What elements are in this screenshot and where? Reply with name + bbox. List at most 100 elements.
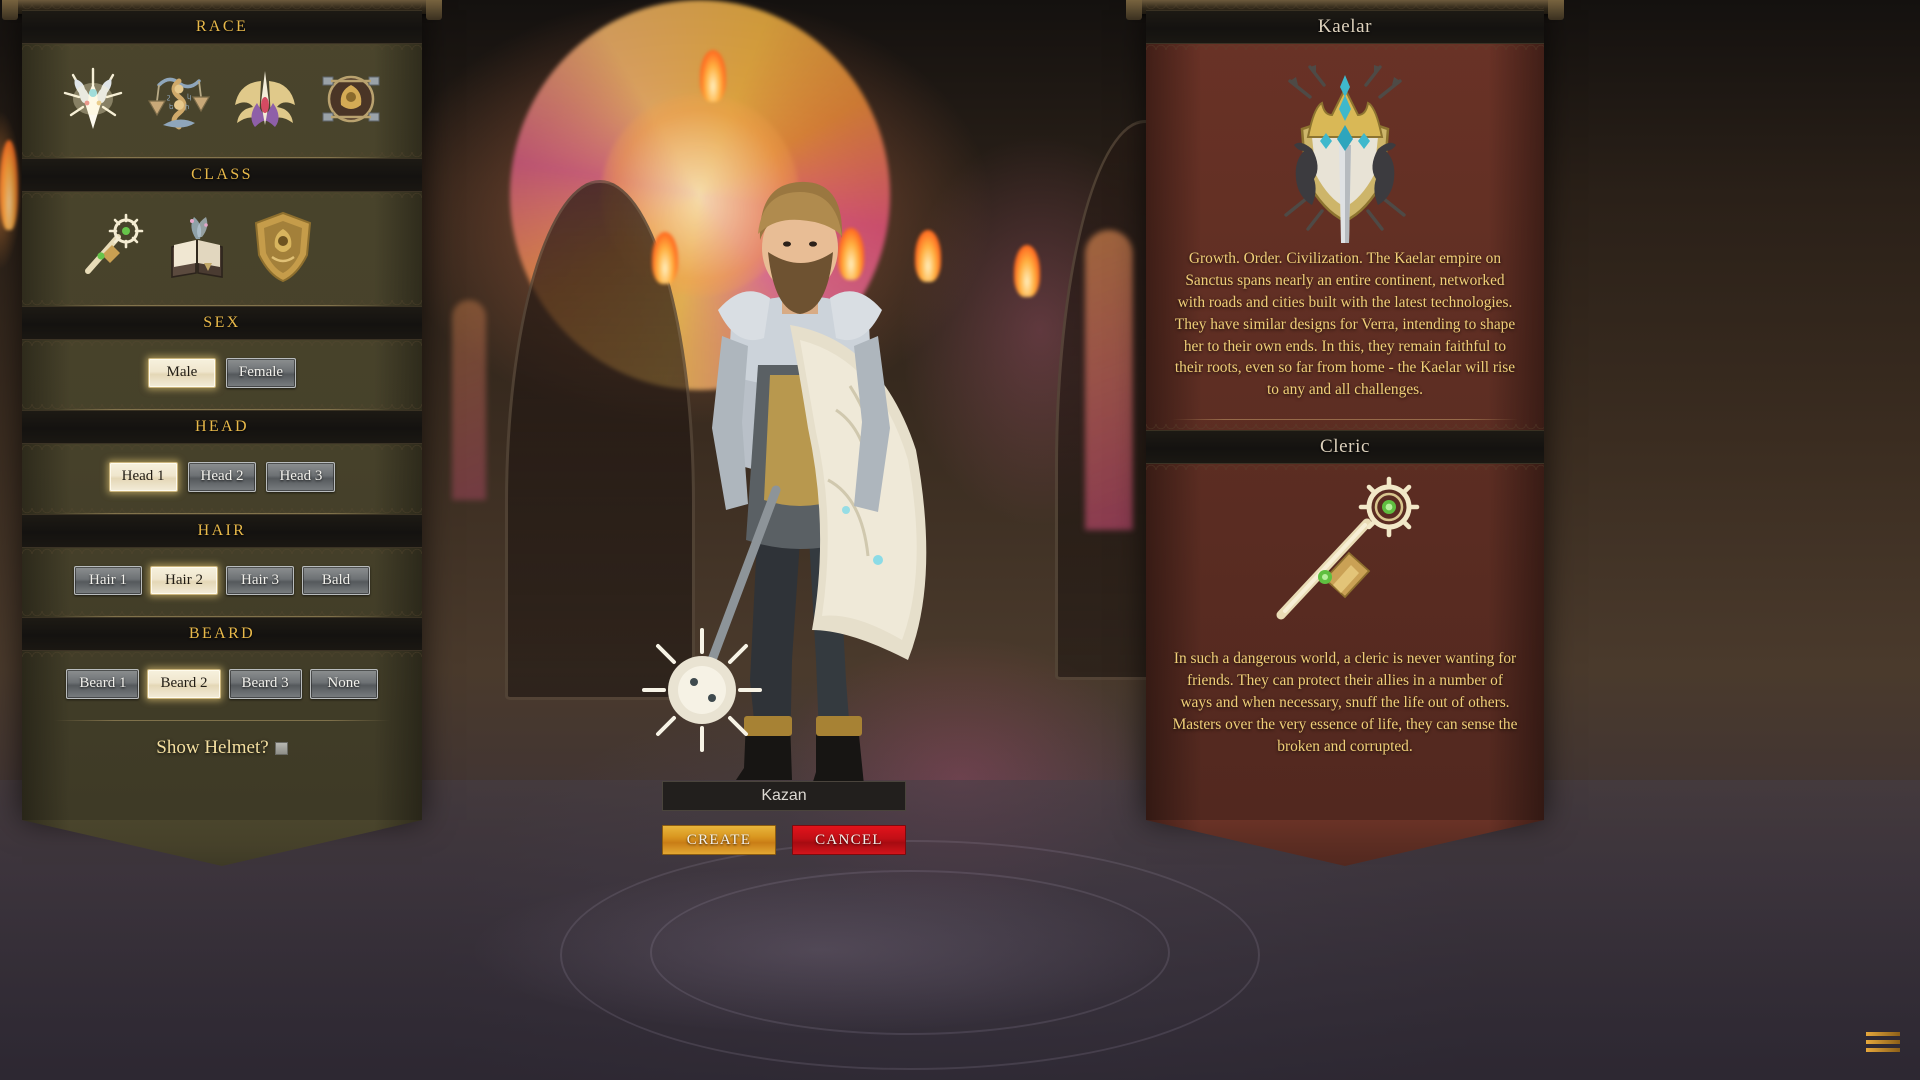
info-header-class: Cleric [1146, 424, 1544, 471]
class-description: In such a dangerous world, a cleric is n… [1172, 650, 1518, 755]
race-description: Growth. Order. Civilization. The Kaelar … [1174, 250, 1516, 399]
scallop-trim [1146, 463, 1544, 471]
banner-rail-cap [2, 0, 18, 20]
head-option-2[interactable]: Head 2 [187, 461, 257, 492]
beard-option-row: Beard 1 Beard 2 Beard 3 None [22, 661, 422, 713]
section-header-hair: HAIR [22, 507, 422, 554]
section-title-race: RACE [195, 18, 249, 35]
section-title-head: HEAD [194, 417, 250, 435]
section-header-head: HEAD [22, 403, 422, 450]
info-panel: Kaelar Growth. Order. Civilization. The … [1126, 0, 1564, 820]
holy-mace-icon [1276, 476, 1420, 620]
scallop-trim [22, 403, 422, 411]
info-header-race: Kaelar [1146, 4, 1544, 50]
section-header-beard: BEARD [22, 611, 422, 658]
head-option-1[interactable]: Head 1 [108, 461, 178, 492]
torch-flame-icon [700, 50, 726, 102]
hair-option-3[interactable]: Hair 3 [226, 565, 294, 596]
scallop-trim [22, 507, 422, 515]
section-header-race: RACE [22, 4, 422, 50]
info-title-race: Kaelar [1317, 16, 1373, 37]
race-option-row: շե կի [22, 54, 422, 150]
edge-glow [0, 110, 22, 270]
class-option-cleric[interactable] [74, 208, 148, 284]
svg-text:կ: կ [187, 93, 191, 101]
section-header-class: CLASS [22, 152, 422, 198]
show-helmet-checkbox[interactable] [274, 741, 288, 755]
sex-option-row: Male Female [22, 350, 422, 402]
show-helmet-row[interactable]: Show Helmet? [22, 721, 422, 767]
beard-option-1[interactable]: Beard 1 [66, 669, 140, 699]
serpent-scales-icon: շե կի [147, 77, 211, 130]
banner-rail-cap [1548, 0, 1564, 20]
sex-option-female[interactable]: Female [225, 358, 297, 388]
banner-rail-cap [426, 0, 442, 20]
character-model [642, 181, 927, 785]
section-title-sex: SEX [203, 314, 241, 331]
kaelar-crest-icon [1284, 65, 1406, 243]
scallop-trim [1146, 424, 1544, 432]
scallop-trim [22, 611, 422, 619]
info-title-class: Cleric [1319, 436, 1371, 458]
section-body-class [22, 192, 422, 306]
race-emblem-wrap [1146, 44, 1544, 244]
head-option-3[interactable]: Head 3 [266, 461, 336, 492]
head-option-row: Head 1 Head 2 Head 3 [22, 454, 422, 506]
dwarven-shield-icon [322, 75, 380, 123]
character-creation-screen: RACE շ ե կ ի CLASS SEX Male Female HEAD … [0, 0, 1920, 1080]
info-divider [1172, 419, 1518, 421]
hair-option-row: Hair 1 Hair 2 Hair 3 Bald [22, 558, 422, 610]
beard-option-none[interactable]: None [309, 669, 378, 699]
svg-text:ե: ե [169, 103, 173, 111]
torch-flame-icon [1014, 245, 1040, 297]
section-title-beard: BEARD [188, 625, 256, 643]
beard-option-2[interactable]: Beard 2 [147, 669, 221, 699]
class-option-row [22, 202, 422, 298]
show-helmet-label: Show Helmet? [156, 737, 269, 758]
section-title-hair: HAIR [197, 521, 247, 539]
hair-option-1[interactable]: Hair 1 [74, 565, 142, 596]
scallop-trim [22, 4, 422, 11]
hair-option-2[interactable]: Hair 2 [150, 565, 218, 596]
winged-crest-icon [235, 71, 295, 127]
character-name-input[interactable]: Kazan [662, 781, 906, 811]
customization-panel: RACE շ ե կ ի CLASS SEX Male Female HEAD … [2, 0, 442, 820]
ornate-shield-icon [254, 211, 312, 283]
stained-glass-panel [452, 300, 486, 500]
sex-option-male[interactable]: Male [147, 358, 216, 388]
hair-option-bald[interactable]: Bald [302, 565, 370, 596]
svg-text:շ: շ [167, 93, 171, 101]
menu-bar [1866, 1032, 1900, 1036]
create-button[interactable]: CREATE [662, 825, 776, 855]
class-option-tank[interactable] [246, 208, 320, 284]
action-button-row: CREATE CANCEL [662, 825, 906, 855]
stained-glass-panel [1085, 230, 1133, 530]
section-header-sex: SEX [22, 300, 422, 346]
race-option-1[interactable] [56, 60, 130, 136]
banner-rail-cap [1126, 0, 1142, 20]
class-emblem-wrap [1146, 464, 1544, 644]
character-preview[interactable] [640, 160, 960, 800]
class-option-mage[interactable] [160, 208, 234, 284]
svg-text:ի: ի [185, 103, 189, 111]
section-body-beard: Beard 1 Beard 2 Beard 3 None [22, 651, 422, 721]
holy-mace-icon [85, 213, 144, 274]
scallop-trim [22, 152, 422, 159]
menu-bar [1866, 1040, 1900, 1044]
menu-bars-icon[interactable] [1866, 1032, 1900, 1056]
section-rule [54, 720, 390, 721]
race-option-4[interactable] [314, 60, 388, 136]
section-title-class: CLASS [191, 166, 253, 183]
menu-bar [1866, 1048, 1900, 1052]
beard-option-3[interactable]: Beard 3 [228, 669, 302, 699]
cancel-button[interactable]: CANCEL [792, 825, 906, 855]
spellbook-icon [171, 217, 223, 278]
scallop-trim [22, 300, 422, 307]
radiant-crest-icon [63, 67, 123, 129]
section-body-hair: Hair 1 Hair 2 Hair 3 Bald [22, 548, 422, 618]
race-option-3[interactable] [228, 60, 302, 136]
scallop-trim [1146, 43, 1544, 50]
race-option-2[interactable]: շե կի [142, 60, 216, 136]
scallop-trim [1146, 4, 1544, 11]
floor-ring [650, 870, 1170, 1035]
